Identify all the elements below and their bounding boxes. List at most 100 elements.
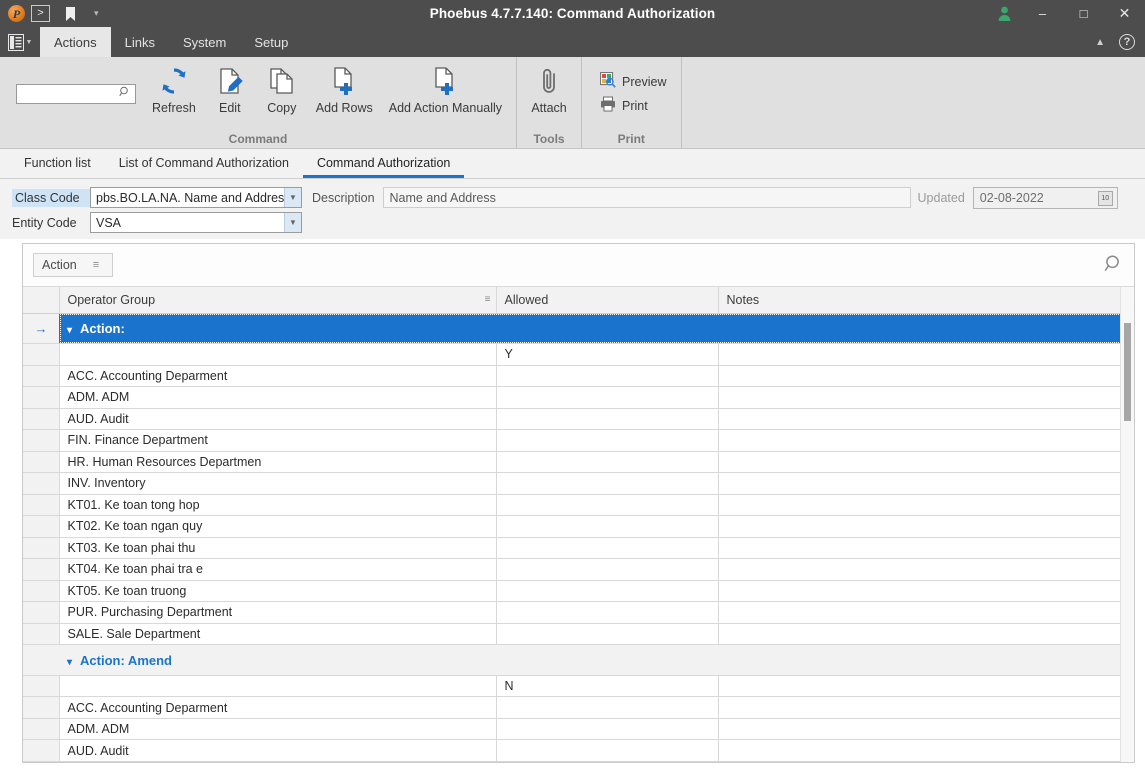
row-selector-cell[interactable]: → bbox=[23, 313, 59, 345]
notes-cell[interactable] bbox=[718, 365, 1125, 388]
add-action-manually-button[interactable]: Add Action Manually bbox=[381, 59, 510, 129]
operator-group-cell[interactable] bbox=[59, 675, 497, 698]
search-input[interactable] bbox=[17, 84, 119, 103]
table-row[interactable]: KT04. Ke toan phai tra e bbox=[23, 558, 1125, 581]
table-row[interactable]: ACC. Accounting Deparment bbox=[23, 365, 1125, 388]
allowed-cell[interactable] bbox=[496, 386, 719, 409]
row-selector-cell[interactable] bbox=[23, 386, 60, 409]
table-group-row[interactable]: → ▾ Action: bbox=[23, 313, 1124, 345]
table-row[interactable]: KT03. Ke toan phai thu bbox=[23, 537, 1125, 560]
notes-cell[interactable] bbox=[718, 537, 1125, 560]
notes-cell[interactable] bbox=[718, 696, 1125, 719]
table-row[interactable]: KT05. Ke toan truong bbox=[23, 580, 1125, 603]
close-button[interactable]: ✕ bbox=[1104, 0, 1145, 27]
row-selector-cell[interactable] bbox=[23, 580, 60, 603]
allowed-cell[interactable] bbox=[496, 580, 719, 603]
updated-date-field[interactable]: 02-08-2022 10 bbox=[972, 186, 1118, 209]
menu-item-links[interactable]: Links bbox=[111, 27, 169, 57]
operator-group-cell[interactable]: ADM. ADM bbox=[59, 718, 497, 741]
table-row[interactable]: N bbox=[23, 675, 1125, 698]
table-row[interactable]: SALE. Sale Department bbox=[23, 623, 1125, 646]
operator-group-cell[interactable]: FIN. Finance Department bbox=[59, 429, 497, 452]
operator-group-cell[interactable]: INV. Inventory bbox=[59, 472, 497, 495]
group-header-cell[interactable]: ▾ Action: bbox=[59, 313, 1124, 345]
table-row[interactable]: AUD. Audit bbox=[23, 408, 1125, 431]
notes-cell[interactable] bbox=[718, 739, 1125, 762]
allowed-cell[interactable] bbox=[496, 365, 719, 388]
notes-cell[interactable] bbox=[718, 494, 1125, 517]
column-header-allowed[interactable]: Allowed bbox=[496, 287, 719, 314]
add-rows-button[interactable]: Add Rows bbox=[308, 59, 381, 129]
row-selector-cell[interactable] bbox=[23, 718, 60, 741]
tab-function-list[interactable]: Function list bbox=[10, 149, 105, 178]
chevron-down-icon[interactable]: ▾ bbox=[67, 325, 72, 336]
notes-cell[interactable] bbox=[718, 580, 1125, 603]
sort-icon[interactable]: ≡ bbox=[485, 294, 491, 305]
description-field[interactable]: Name and Address bbox=[382, 187, 911, 208]
operator-group-cell[interactable]: KT01. Ke toan tong hop bbox=[59, 494, 497, 517]
minimize-button[interactable]: – bbox=[1022, 0, 1063, 27]
table-row[interactable]: INV. Inventory bbox=[23, 472, 1125, 495]
print-button[interactable]: Print bbox=[592, 94, 674, 118]
refresh-button[interactable]: Refresh bbox=[144, 59, 204, 129]
row-selector-cell[interactable] bbox=[23, 365, 60, 388]
row-selector-cell[interactable] bbox=[23, 558, 60, 581]
grid-search-button[interactable] bbox=[1104, 254, 1124, 277]
table-row[interactable]: AUD. Audit bbox=[23, 739, 1125, 762]
row-selector-cell[interactable] bbox=[23, 408, 60, 431]
column-header-operator-group[interactable]: Operator Group ≡ bbox=[59, 287, 497, 314]
allowed-cell[interactable] bbox=[496, 429, 719, 452]
row-selector-cell[interactable] bbox=[23, 451, 60, 474]
application-menu-icon[interactable]: ▼ bbox=[0, 27, 40, 57]
operator-group-cell[interactable]: KT05. Ke toan truong bbox=[59, 580, 497, 603]
operator-group-cell[interactable]: AUD. Audit bbox=[59, 739, 497, 762]
row-selector-cell[interactable] bbox=[23, 601, 60, 624]
notes-cell[interactable] bbox=[718, 386, 1125, 409]
group-header-cell[interactable]: ▾ Action: Amend bbox=[59, 644, 1124, 676]
row-selector-cell[interactable] bbox=[23, 537, 60, 560]
notes-cell[interactable] bbox=[718, 472, 1125, 495]
class-code-combobox[interactable]: pbs.BO.LA.NA. Name and Address ▼ bbox=[90, 187, 302, 208]
table-row[interactable]: ACC. Accounting Deparment bbox=[23, 696, 1125, 719]
column-header-notes[interactable]: Notes bbox=[718, 287, 1125, 314]
notes-cell[interactable] bbox=[718, 515, 1125, 538]
menu-item-actions[interactable]: Actions bbox=[40, 27, 111, 57]
row-selector-cell[interactable] bbox=[23, 494, 60, 517]
user-icon[interactable] bbox=[986, 6, 1022, 21]
operator-group-cell[interactable]: AUD. Audit bbox=[59, 408, 497, 431]
notes-cell[interactable] bbox=[718, 675, 1125, 698]
forward-button[interactable]: > bbox=[31, 5, 50, 22]
allowed-cell[interactable] bbox=[496, 494, 719, 517]
operator-group-cell[interactable]: KT04. Ke toan phai tra e bbox=[59, 558, 497, 581]
allowed-cell[interactable] bbox=[496, 718, 719, 741]
maximize-button[interactable]: □ bbox=[1063, 0, 1104, 27]
tab-command-authorization[interactable]: Command Authorization bbox=[302, 149, 465, 178]
allowed-cell[interactable] bbox=[496, 472, 719, 495]
tab-list-of-command-authorization[interactable]: List of Command Authorization bbox=[105, 149, 303, 178]
notes-cell[interactable] bbox=[718, 451, 1125, 474]
row-selector-cell[interactable] bbox=[23, 644, 59, 676]
allowed-cell[interactable] bbox=[496, 537, 719, 560]
row-selector-cell[interactable] bbox=[23, 696, 60, 719]
table-row[interactable]: KT01. Ke toan tong hop bbox=[23, 494, 1125, 517]
operator-group-cell[interactable]: ACC. Accounting Deparment bbox=[59, 696, 497, 719]
row-selector-cell[interactable] bbox=[23, 343, 60, 366]
row-selector-cell[interactable] bbox=[23, 623, 60, 646]
preview-button[interactable]: Preview bbox=[592, 70, 674, 94]
attach-button[interactable]: Attach bbox=[523, 59, 575, 129]
table-row[interactable]: ADM. ADM bbox=[23, 386, 1125, 409]
table-row[interactable]: PUR. Purchasing Department bbox=[23, 601, 1125, 624]
allowed-cell[interactable]: N bbox=[496, 675, 719, 698]
row-selector-cell[interactable] bbox=[23, 429, 60, 452]
vertical-scrollbar[interactable] bbox=[1120, 287, 1134, 762]
entity-code-combobox[interactable]: VSA ▼ bbox=[90, 212, 302, 233]
table-group-row[interactable]: ▾ Action: Amend bbox=[23, 644, 1124, 676]
allowed-cell[interactable] bbox=[496, 696, 719, 719]
row-selector-cell[interactable] bbox=[23, 515, 60, 538]
sort-icon[interactable]: ≡ bbox=[93, 259, 100, 271]
menu-item-system[interactable]: System bbox=[169, 27, 240, 57]
table-row[interactable]: ADM. ADM bbox=[23, 718, 1125, 741]
calendar-icon[interactable]: 10 bbox=[1097, 190, 1113, 206]
notes-cell[interactable] bbox=[718, 601, 1125, 624]
allowed-cell[interactable]: Y bbox=[496, 343, 719, 366]
